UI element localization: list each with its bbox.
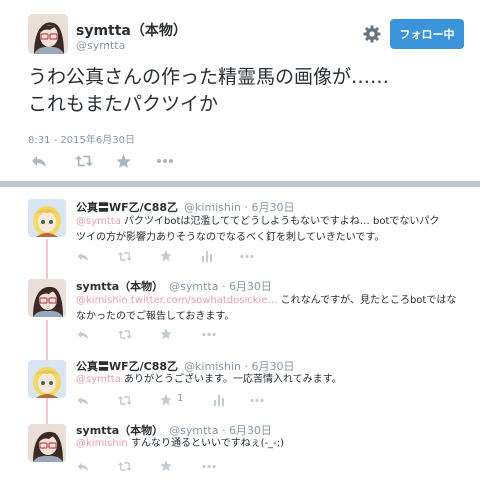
tweet-text-line: うわ公真さんの作った精霊馬の画像が…… [28,66,390,88]
retweet-icon[interactable] [118,327,132,341]
reply-header: 公真〓WF乙/C88乙 @kimishin · 6月30日 [76,199,294,215]
avatar[interactable] [28,14,68,54]
reply-header: symtta（本物） @symtta · 6月30日 [76,278,272,294]
mention-link[interactable]: @symtta [76,216,121,227]
reply-text-fragment: なかったのでご報告しておきます。 [76,311,235,322]
avatar[interactable] [28,424,66,462]
more-icon[interactable] [156,152,174,170]
reply-icon[interactable] [76,393,90,407]
reply-author-name[interactable]: symtta（本物） [76,280,163,293]
reply-text-line: @kimishin twitter.com/sowhatdosickie… これ… [76,293,468,309]
reply-text-fragment: すんなり通るといいですねぇ(-_-;) [127,438,285,449]
section-divider [0,181,480,187]
retweet-count: 1 [177,393,184,404]
avatar[interactable] [28,279,66,317]
reply-icon[interactable] [76,249,90,263]
more-icon[interactable] [248,393,266,407]
timestamp[interactable]: 8:31 - 2015年6月30日 [28,131,135,146]
gear-icon[interactable] [362,24,382,44]
reply-meta[interactable]: @kimishin · 6月30日 [184,201,294,214]
reply-text: @symtta ありがとうございます。一応苦情入れてみます。 [76,372,468,388]
reply-author-name[interactable]: 公真〓WF乙/C88乙 [76,201,178,214]
reply-icon[interactable] [76,459,90,473]
tweet-actions [30,152,230,170]
reply-text-line: @symtta パクツイbotは氾濫しててどうしようもないですよね… botでな… [76,214,468,230]
thread-line [46,320,48,360]
reply-text: @kimishin すんなり通るといいですねぇ(-_-;) [76,436,468,452]
more-icon[interactable] [200,459,218,473]
star-icon[interactable] [159,393,173,407]
reply-text-fragment: パクツイbotは氾濫しててどうしようもないですよね… botでないパク [120,216,440,227]
thread-line [46,398,48,424]
retweet-icon[interactable] [118,249,132,263]
reply-text-line: @kimishin すんなり通るといいですねぇ(-_-;) [76,436,468,452]
tweet-text: うわ公真さんの作った精霊馬の画像が…… これもまたパクツイか [28,64,468,118]
retweet-icon[interactable] [118,459,132,473]
author-handle[interactable]: @symtta [76,39,125,52]
avatar[interactable] [28,360,66,398]
follow-button[interactable]: フォロー中 [390,19,464,49]
reply-actions [76,249,296,263]
reply-text-fragment: ツイの方が影響力ありそうなのでなるべく釘を刺していきたいです。 [76,232,385,243]
reply-text-line: ツイの方が影響力ありそうなのでなるべく釘を刺していきたいです。 [76,230,468,246]
star-icon[interactable] [159,249,173,263]
more-icon[interactable] [238,249,256,263]
retweet-icon[interactable] [75,152,93,170]
analytics-icon[interactable] [212,393,226,407]
tweet-text-line: これもまたパクツイか [28,93,219,115]
main-tweet: symtta（本物） @symtta フォロー中 うわ公真さんの作った精霊馬の画… [0,0,480,180]
star-icon[interactable] [159,459,173,473]
reply-text-fragment: これなんですが、見たところbotではな [277,295,457,306]
reply-icon[interactable] [30,152,48,170]
reply-text: @symtta パクツイbotは氾濫しててどうしようもないですよね… botでな… [76,214,468,246]
mention-link[interactable]: @kimishin [76,438,128,449]
analytics-icon[interactable] [200,249,214,263]
avatar[interactable] [28,199,66,237]
reply-icon[interactable] [76,327,90,341]
reply-actions: 1 [76,393,296,407]
mention-link[interactable]: @kimishin twitter.com/sowhatdosickie… [76,295,277,306]
reply-meta[interactable]: @symtta · 6月30日 [169,280,272,293]
reply-actions [76,327,296,341]
reply-text-line: なかったのでご報告しておきます。 [76,309,468,325]
retweet-icon[interactable] [118,393,132,407]
more-icon[interactable] [200,327,218,341]
thread-line [46,239,48,279]
reply-actions [76,459,296,473]
reply-text: @kimishin twitter.com/sowhatdosickie… これ… [76,293,468,325]
reply-text-fragment: ありがとうございます。一応苦情入れてみます。 [120,374,342,385]
author-name[interactable]: symtta（本物） [76,20,187,40]
reply-text-line: @symtta ありがとうございます。一応苦情入れてみます。 [76,372,468,388]
star-icon[interactable] [159,327,173,341]
mention-link[interactable]: @symtta [76,374,121,385]
star-icon[interactable] [114,152,132,170]
